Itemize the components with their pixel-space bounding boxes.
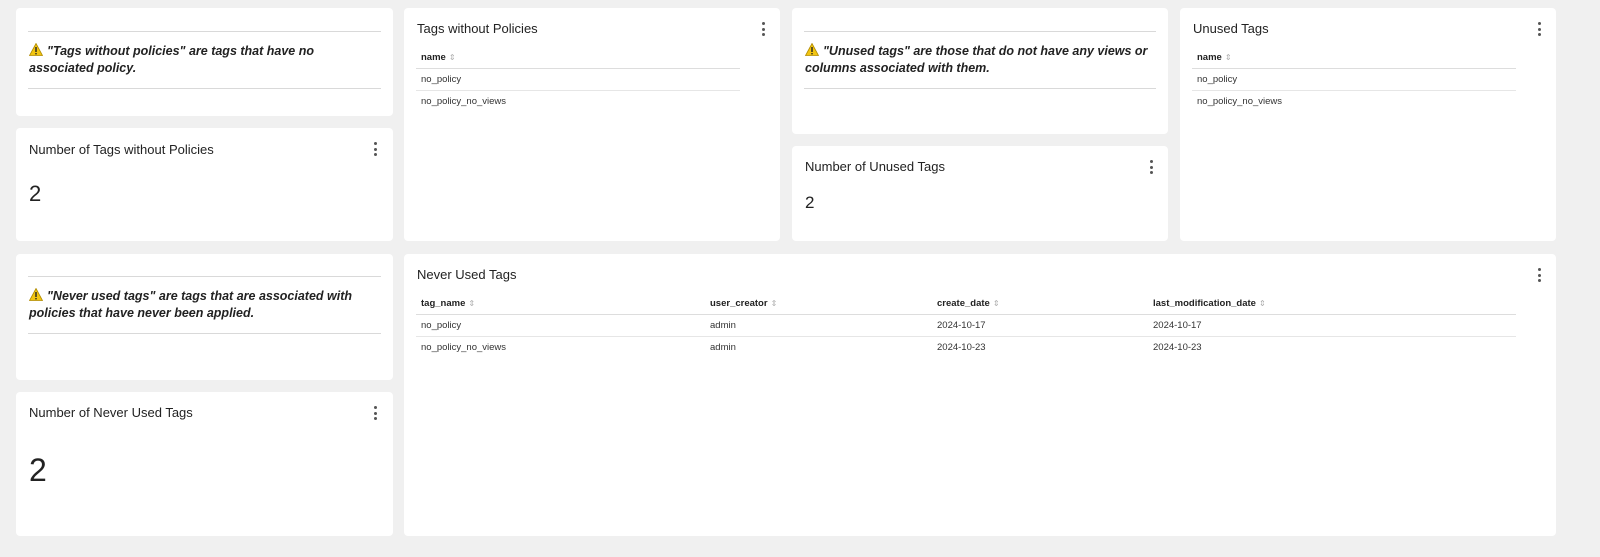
table-card-tags-without-policies: Tags without Policies name ⇕ no_policy no… (404, 8, 780, 241)
column-header-name[interactable]: name ⇕ (416, 47, 740, 69)
card-title: Number of Unused Tags (805, 159, 945, 174)
metric-value: 2 (805, 193, 815, 212)
table-cell: 2024-10-17 (932, 314, 1148, 337)
kebab-menu-icon[interactable] (1532, 267, 1546, 283)
sort-icon[interactable]: ⇕ (771, 299, 778, 308)
note-card-unused-tags: "Unused tags" are those that do not have… (792, 8, 1168, 134)
table-cell: no_policy (1192, 68, 1516, 91)
table-cell: 2024-10-17 (1148, 314, 1516, 337)
note-unused-tags: "Unused tags" are those that do not have… (804, 31, 1156, 89)
table-header-row: name ⇕ (1192, 47, 1516, 69)
table-card-never-used-tags: Never Used Tags tag_name ⇕ user_creator ⇕ … (404, 254, 1556, 536)
table-cell: no_policy_no_views (1197, 96, 1283, 107)
sort-icon[interactable]: ⇕ (993, 299, 1000, 308)
note-card-never-used-tags: "Never used tags" are tags that are asso… (16, 254, 393, 380)
metric-card-tags-without-policies: Number of Tags without Policies 2 (16, 128, 393, 241)
card-title: Never Used Tags (417, 267, 517, 282)
sort-icon[interactable]: ⇕ (449, 53, 456, 62)
table-row[interactable]: no_policy (416, 68, 740, 91)
table-cell: admin (705, 314, 932, 337)
note-tags-without-policies: "Tags without policies" are tags that ha… (28, 31, 381, 89)
sort-icon[interactable]: ⇕ (1259, 299, 1266, 308)
never-used-tags-table: tag_name ⇕ user_creator ⇕ create_date ⇕ las… (416, 293, 1516, 358)
table-row[interactable]: no_policy admin 2024-10-17 2024-10-17 (416, 314, 1516, 337)
card-title: Number of Tags without Policies (29, 142, 214, 157)
card-title: Number of Never Used Tags (29, 405, 193, 420)
card-title: Tags without Policies (417, 21, 538, 36)
table-cell: 2024-10-23 (937, 342, 986, 353)
warning-icon (28, 287, 44, 301)
table-row[interactable]: no_policy_no_views (416, 91, 740, 113)
kebab-menu-icon[interactable] (756, 21, 770, 37)
table-row[interactable]: no_policy_no_views admin 2024-10-23 2024… (416, 337, 1516, 359)
column-header-tag-name[interactable]: tag_name ⇕ (416, 293, 705, 315)
table-cell: no_policy_no_views (421, 96, 507, 107)
note-text: "Never used tags" are tags that are asso… (29, 289, 353, 320)
kebab-menu-icon[interactable] (1532, 21, 1546, 37)
note-text: "Unused tags" are those that do not have… (805, 44, 1148, 75)
table-card-unused-tags: Unused Tags name ⇕ no_policy no_policy_no… (1180, 8, 1556, 241)
column-header-user-creator[interactable]: user_creator ⇕ (705, 293, 932, 315)
table-row[interactable]: no_policy (1192, 68, 1516, 91)
metric-value: 2 (29, 181, 42, 206)
kebab-menu-icon[interactable] (368, 141, 382, 157)
table-cell: no_policy (416, 68, 740, 91)
warning-icon (804, 42, 820, 56)
table-cell: no_policy (416, 314, 705, 337)
kebab-menu-icon[interactable] (1144, 159, 1158, 175)
note-text: "Tags without policies" are tags that ha… (29, 44, 314, 75)
column-header-last-modification-date[interactable]: last_modification_date ⇕ (1148, 293, 1516, 315)
sort-icon[interactable]: ⇕ (1225, 53, 1232, 62)
table-row[interactable]: no_policy_no_views (1192, 91, 1516, 113)
sort-icon[interactable]: ⇕ (468, 299, 475, 308)
card-title: Unused Tags (1193, 21, 1269, 36)
table-header-row: tag_name ⇕ user_creator ⇕ create_date ⇕ las… (416, 293, 1516, 315)
note-never-used-tags: "Never used tags" are tags that are asso… (28, 276, 381, 334)
table-cell: admin (710, 342, 736, 353)
note-card-tags-without-policies: "Tags without policies" are tags that ha… (16, 8, 393, 116)
metric-card-unused-tags: Number of Unused Tags 2 (792, 146, 1168, 241)
table-header-row: name ⇕ (416, 47, 740, 69)
metric-value: 2 (29, 452, 47, 488)
unused-tags-table: name ⇕ no_policy no_policy_no_views (1192, 47, 1516, 112)
tags-without-policies-table: name ⇕ no_policy no_policy_no_views (416, 47, 740, 112)
metric-card-never-used-tags: Number of Never Used Tags 2 (16, 392, 393, 536)
table-cell: 2024-10-23 (1153, 342, 1202, 353)
warning-icon (28, 42, 44, 56)
table-cell: no_policy_no_views (421, 342, 507, 353)
column-header-name[interactable]: name ⇕ (1192, 47, 1516, 69)
column-header-create-date[interactable]: create_date ⇕ (932, 293, 1148, 315)
kebab-menu-icon[interactable] (368, 405, 382, 421)
